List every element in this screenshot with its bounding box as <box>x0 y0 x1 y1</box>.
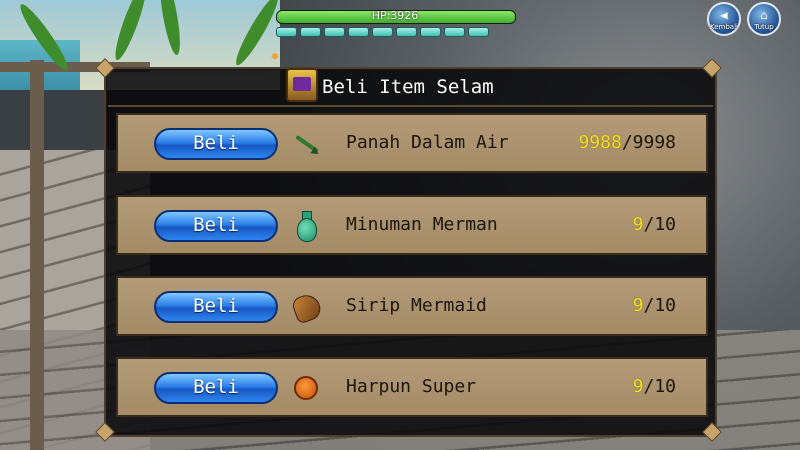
item-name: Minuman Merman <box>346 214 498 235</box>
item-max: /10 <box>643 376 676 397</box>
buy-button[interactable]: Beli <box>154 291 278 323</box>
item-owned: 9 <box>632 214 644 235</box>
wooden-post <box>30 60 44 450</box>
hp-text: HP:3926 <box>371 9 419 22</box>
mermaid-fin-icon <box>290 291 324 325</box>
stamina-segment <box>396 27 417 37</box>
shop-item-row: Beli Minuman Merman 9/10 <box>116 195 708 255</box>
buy-button[interactable]: Beli <box>154 128 278 160</box>
back-button-label: Kembali <box>710 23 738 31</box>
item-max: /10 <box>643 295 676 316</box>
shop-title: Beli Item Selam <box>322 76 494 98</box>
stamina-segment <box>444 27 465 37</box>
back-icon: ◀ <box>720 8 728 22</box>
title-divider <box>108 105 713 107</box>
stamina-segment <box>300 27 321 37</box>
item-name: Panah Dalam Air <box>346 132 509 153</box>
close-button-label: Tutup <box>754 23 774 31</box>
stamina-segment <box>468 27 489 37</box>
item-owned: 9 <box>632 295 644 316</box>
shop-item-row: Beli Sirip Mermaid 9/10 <box>116 276 708 336</box>
item-quantity: 9/10 <box>633 295 676 316</box>
item-name: Sirip Mermaid <box>346 295 487 316</box>
treasure-chest-icon <box>286 68 318 102</box>
item-owned: 9988 <box>578 132 622 153</box>
stamina-segment <box>276 27 297 37</box>
item-quantity: 9988/9998 <box>578 132 676 153</box>
stamina-segment <box>348 27 369 37</box>
status-star-icon: ✹ <box>270 48 280 64</box>
underwater-arrow-icon <box>290 128 322 160</box>
item-quantity: 9/10 <box>633 376 676 397</box>
item-owned: 9 <box>632 376 644 397</box>
home-icon: ⌂ <box>760 8 768 22</box>
item-name: Harpun Super <box>346 376 477 397</box>
stamina-segment <box>372 27 393 37</box>
stamina-bar <box>276 27 489 37</box>
item-quantity: 9/10 <box>633 214 676 235</box>
stamina-segment <box>420 27 441 37</box>
stamina-segment <box>324 27 345 37</box>
item-max: /9998 <box>621 132 676 153</box>
potion-icon <box>290 210 322 242</box>
buy-button[interactable]: Beli <box>154 372 278 404</box>
shop-item-row: Beli Panah Dalam Air 9988/9998 <box>116 113 708 173</box>
strength-arm-icon <box>290 372 322 404</box>
item-max: /10 <box>643 214 676 235</box>
buy-button[interactable]: Beli <box>154 210 278 242</box>
shop-item-row: Beli Harpun Super 9/10 <box>116 357 708 417</box>
